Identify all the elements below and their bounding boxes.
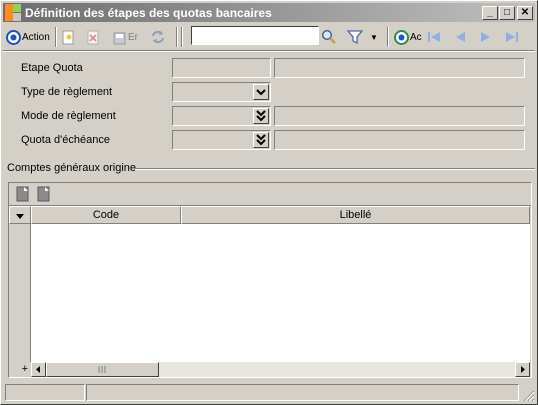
quota-echeance-select[interactable] <box>172 130 271 150</box>
new-document-icon <box>62 30 74 44</box>
open-row-icon <box>37 186 50 202</box>
scroll-right-button[interactable] <box>515 362 530 377</box>
etape-quota-description-field[interactable] <box>274 58 525 78</box>
grid-toolbar <box>9 183 531 205</box>
grid-new-row-button[interactable] <box>16 186 30 202</box>
magnifier-icon <box>321 29 336 44</box>
title-bar: Définition des étapes des quotas bancair… <box>3 3 535 22</box>
quota-echeance-description-field[interactable] <box>274 130 525 150</box>
status-panel-1 <box>5 384 85 401</box>
filter-button[interactable] <box>347 26 365 48</box>
type-reglement-select[interactable] <box>172 82 271 102</box>
target-icon <box>394 29 409 45</box>
nav-first-button[interactable] <box>427 26 445 48</box>
actions-button[interactable]: Action <box>6 26 52 48</box>
delete-button[interactable] <box>86 26 104 48</box>
type-reglement-dropdown-button[interactable] <box>253 84 269 100</box>
window-title: Définition des étapes des quotas bancair… <box>25 6 272 20</box>
delete-icon <box>87 30 99 44</box>
close-button[interactable]: ✕ <box>517 6 533 20</box>
scroll-left-button[interactable] <box>31 362 46 377</box>
actions-label: Action <box>22 31 50 43</box>
arrow-right-icon <box>521 366 525 373</box>
column-header-code[interactable]: Code <box>31 206 181 224</box>
secondary-actions-button[interactable]: Ac <box>394 26 428 48</box>
scroll-thumb[interactable] <box>46 362 159 377</box>
save-button[interactable]: Er <box>113 26 143 48</box>
row-selector-column <box>9 224 31 362</box>
nav-next-button[interactable] <box>479 26 497 48</box>
actions-icon <box>6 29 21 45</box>
grip-icon <box>98 366 106 373</box>
app-icon <box>5 4 21 21</box>
save-icon <box>113 32 126 44</box>
filter-dropdown-arrow[interactable]: ▼ <box>370 26 382 48</box>
mode-reglement-description-field[interactable] <box>274 106 525 126</box>
double-chevron-down-icon <box>256 134 266 146</box>
quota-echeance-dropdown-button[interactable] <box>253 132 269 148</box>
new-button[interactable] <box>61 26 79 48</box>
toolbar-separator <box>181 27 183 47</box>
double-chevron-down-icon <box>256 110 266 122</box>
arrow-left-icon <box>36 366 40 373</box>
toolbar-separator <box>176 27 178 47</box>
maximize-button[interactable]: □ <box>499 6 515 20</box>
add-row-button[interactable]: + <box>9 362 31 377</box>
row-selector-header[interactable] <box>9 206 31 224</box>
status-panel-2 <box>86 384 519 401</box>
new-row-icon <box>16 186 29 202</box>
mode-reglement-label: Mode de règlement <box>21 110 116 122</box>
previous-record-icon <box>456 32 465 42</box>
nav-last-button[interactable] <box>505 26 523 48</box>
quota-echeance-label: Quota d'échéance <box>21 134 110 146</box>
group-divider <box>135 168 535 170</box>
search-input[interactable] <box>191 26 319 45</box>
save-label: Er <box>128 31 138 43</box>
caret-down-icon <box>16 214 24 219</box>
grid-body[interactable] <box>31 224 530 362</box>
funnel-icon <box>347 30 363 45</box>
refresh-icon <box>152 30 164 44</box>
last-record-icon <box>506 32 518 42</box>
comptes-generaux-group-label: Comptes généraux origine <box>7 162 137 174</box>
application-window: Définition des étapes des quotas bancair… <box>0 0 538 405</box>
type-reglement-label: Type de règlement <box>21 86 113 98</box>
toolbar-divider <box>3 50 535 52</box>
resize-grip-icon[interactable] <box>521 388 535 402</box>
main-toolbar: Action Er ▼ Ac <box>3 24 535 50</box>
nav-previous-button[interactable] <box>453 26 471 48</box>
etape-quota-label: Etape Quota <box>21 62 83 74</box>
grid-open-row-button[interactable] <box>37 186 51 202</box>
refresh-button[interactable] <box>150 26 168 48</box>
next-record-icon <box>481 32 490 42</box>
toolbar-separator <box>387 27 389 47</box>
mode-reglement-dropdown-button[interactable] <box>253 108 269 124</box>
minimize-button[interactable]: _ <box>482 6 498 20</box>
first-record-icon <box>428 32 440 42</box>
toolbar-separator <box>55 27 57 47</box>
mode-reglement-select[interactable] <box>172 106 271 126</box>
secondary-actions-label: Ac <box>410 31 422 43</box>
chevron-down-icon <box>256 89 266 96</box>
comptes-generaux-grid: Code Libellé + <box>8 182 532 378</box>
horizontal-scrollbar[interactable] <box>31 362 530 377</box>
column-header-libelle[interactable]: Libellé <box>181 206 530 224</box>
search-button[interactable] <box>321 26 339 48</box>
etape-quota-code-field[interactable] <box>172 58 271 78</box>
